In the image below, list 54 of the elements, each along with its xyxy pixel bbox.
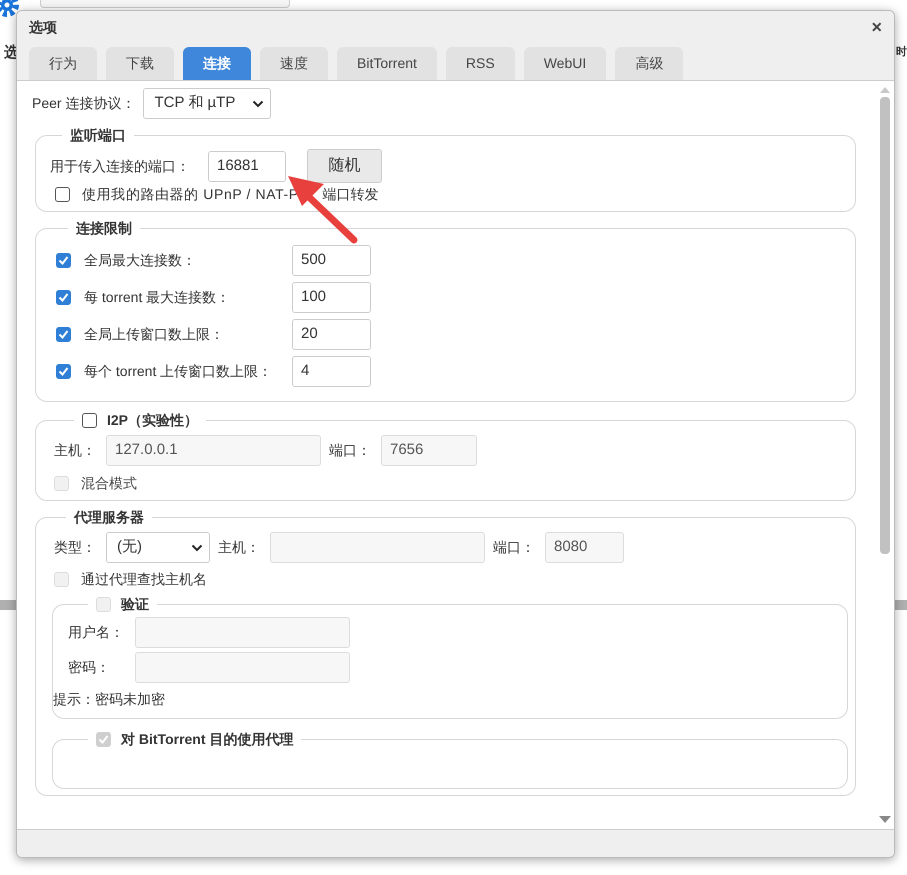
field-label: 通过代理查找主机名	[81, 570, 207, 589]
field-label: 使用我的路由器的 UPnP / NAT-P	[82, 185, 299, 204]
checkbox[interactable]	[56, 327, 71, 342]
random-button[interactable]: 随机	[307, 149, 382, 183]
field-label: 混合模式	[81, 474, 137, 493]
tab[interactable]: WebUI	[524, 47, 606, 80]
checkbox[interactable]	[56, 253, 71, 268]
input-field[interactable]	[135, 617, 350, 648]
tab[interactable]: RSS	[446, 47, 515, 80]
input-field[interactable]: 500	[292, 245, 371, 276]
group-title: 监听端口	[70, 127, 126, 143]
tab[interactable]: 下载	[106, 47, 174, 80]
input-field[interactable]	[135, 652, 350, 683]
field-label: 全局上传窗口数上限：	[84, 325, 225, 344]
group-title: 连接限制	[76, 220, 132, 236]
column-header[interactable]: 时	[896, 44, 907, 60]
field-label: 主机：	[218, 538, 261, 557]
input-field[interactable]: 100	[292, 282, 371, 313]
field-label: 全局最大连接数：	[84, 251, 197, 270]
scrollbar-thumb[interactable]	[880, 97, 890, 554]
group-title: 代理服务器	[74, 509, 144, 525]
input-field[interactable]: 16881	[208, 150, 286, 182]
checkbox[interactable]	[56, 290, 71, 305]
input-field[interactable]: 4	[292, 356, 371, 387]
hint-text: 提示：密码未加密	[53, 690, 166, 709]
dialog-title: 选项	[29, 18, 57, 36]
tab[interactable]: 行为	[29, 47, 97, 80]
group-title: I2P（实验性）	[107, 411, 198, 430]
field-label: 密码：	[68, 658, 111, 677]
tab[interactable]: BitTorrent	[337, 47, 437, 80]
field-label: 端口：	[493, 538, 536, 557]
tab[interactable]: 连接	[183, 47, 251, 80]
field-label: 主机：	[54, 441, 97, 460]
group-title: 对 BitTorrent 目的使用代理	[121, 730, 294, 749]
tab[interactable]: 高级	[615, 47, 684, 80]
field-label: 每 torrent 最大连接数：	[84, 288, 232, 307]
field-label: 用户名：	[68, 623, 125, 642]
field-label: 用于传入连接的端口：	[50, 156, 191, 176]
checkbox[interactable]	[56, 364, 71, 379]
scrollbar[interactable]	[876, 81, 894, 829]
close-button[interactable]: ×	[871, 18, 882, 36]
input-field[interactable]: 20	[292, 319, 371, 350]
checkbox[interactable]	[55, 187, 70, 202]
field-label: 每个 torrent 上传窗口数上限：	[84, 362, 274, 381]
field-label: Peer 连接协议：	[32, 94, 136, 113]
field-label: 端口：	[329, 441, 372, 460]
field-label: 类型：	[54, 538, 97, 557]
dropdown[interactable]: TCP 和 µTP	[143, 88, 272, 119]
field-label: 端口转发	[322, 185, 379, 204]
scroll-down-icon[interactable]	[879, 816, 891, 823]
group-title: 验证	[121, 595, 149, 614]
chevron-down-icon	[191, 544, 203, 552]
chevron-down-icon	[252, 100, 264, 108]
tab[interactable]: 速度	[260, 47, 328, 80]
